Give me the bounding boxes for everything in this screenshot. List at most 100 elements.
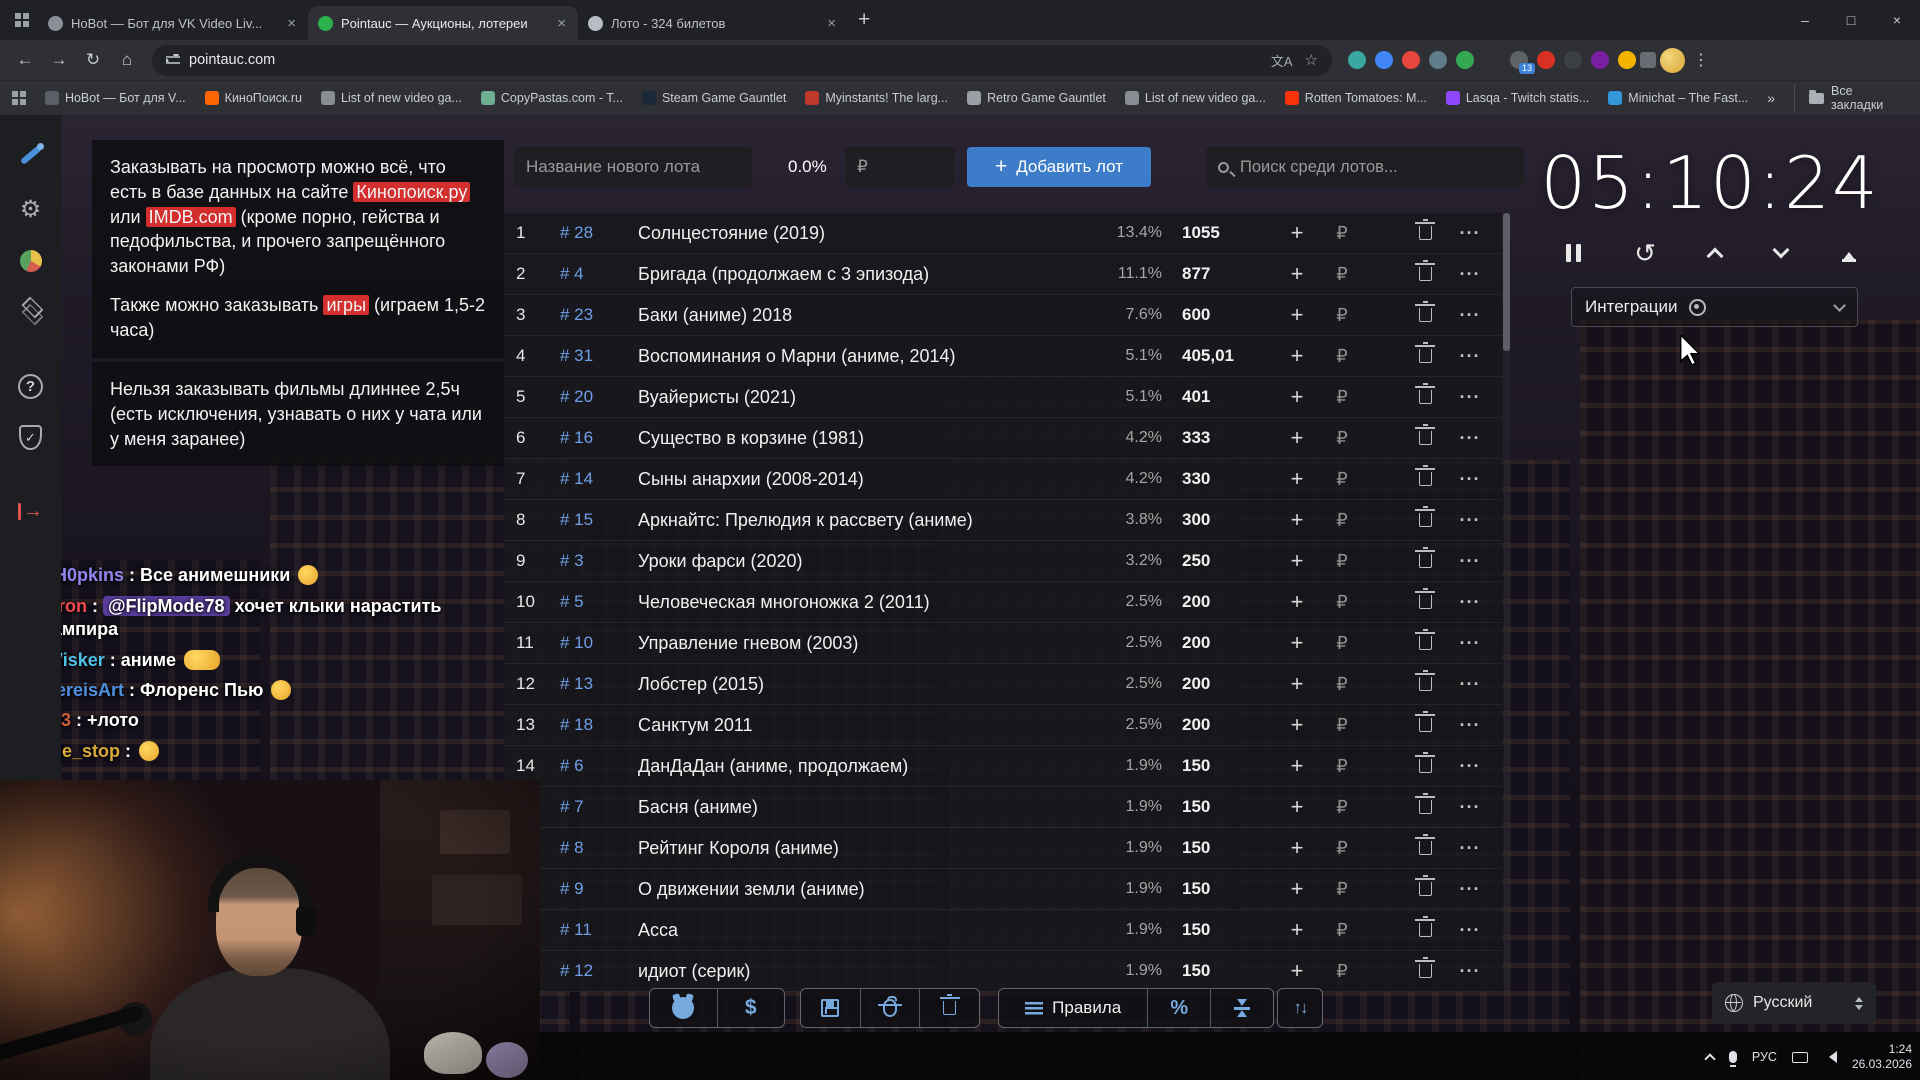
add-amount-button[interactable]: + xyxy=(1274,623,1320,663)
row-menu-button[interactable]: ··· xyxy=(1448,910,1492,950)
extension-icon[interactable] xyxy=(1348,51,1366,69)
lot-id[interactable]: # 20 xyxy=(560,387,638,407)
clear-lots-button[interactable] xyxy=(919,989,979,1027)
lot-id[interactable]: # 15 xyxy=(560,510,638,530)
add-amount-button[interactable]: + xyxy=(1274,787,1320,827)
extension-icon[interactable] xyxy=(1402,51,1420,69)
new-lot-name-input[interactable] xyxy=(514,147,752,187)
currency-button[interactable]: ₽ xyxy=(1320,336,1364,376)
delete-lot-button[interactable] xyxy=(1402,336,1448,376)
delete-lot-button[interactable] xyxy=(1402,377,1448,417)
extension-icon[interactable] xyxy=(1618,51,1636,69)
row-menu-button[interactable]: ··· xyxy=(1448,664,1492,704)
tab-close-icon[interactable]: × xyxy=(285,15,298,32)
lot-title[interactable]: Управление гневом (2003) xyxy=(638,633,1090,654)
add-amount-button[interactable]: + xyxy=(1274,418,1320,458)
delete-lot-button[interactable] xyxy=(1402,418,1448,458)
bug-report-button[interactable] xyxy=(860,989,920,1027)
add-amount-button[interactable]: + xyxy=(1274,951,1320,991)
add-lot-button[interactable]: + Добавить лот xyxy=(967,147,1151,187)
row-menu-button[interactable]: ··· xyxy=(1448,787,1492,827)
lot-title[interactable]: ДанДаДан (аниме, продолжаем) xyxy=(638,756,1090,777)
speaker-icon[interactable] xyxy=(1823,1051,1837,1063)
lot-title[interactable]: Вуайеристы (2021) xyxy=(638,387,1090,408)
bookmark-item[interactable]: CopyPastas.com - T... xyxy=(481,91,623,105)
integrations-select[interactable]: Интеграции xyxy=(1571,287,1858,327)
row-menu-button[interactable]: ··· xyxy=(1448,869,1492,909)
currency-button[interactable]: ₽ xyxy=(1320,418,1364,458)
site-settings-icon[interactable] xyxy=(166,54,180,66)
lot-id[interactable]: # 12 xyxy=(560,961,638,981)
forward-button[interactable]: → xyxy=(44,45,74,75)
add-amount-button[interactable]: + xyxy=(1274,500,1320,540)
row-menu-button[interactable]: ··· xyxy=(1448,582,1492,622)
currency-button[interactable]: ₽ xyxy=(1320,500,1364,540)
currency-button[interactable]: ₽ xyxy=(1320,951,1364,991)
shield-check-icon[interactable]: ✓ xyxy=(19,425,42,450)
apps-grid-icon[interactable] xyxy=(12,91,26,105)
extension-icon[interactable] xyxy=(1591,51,1609,69)
row-menu-button[interactable]: ··· xyxy=(1448,254,1492,294)
add-amount-button[interactable]: + xyxy=(1274,910,1320,950)
delete-lot-button[interactable] xyxy=(1402,705,1448,745)
add-amount-button[interactable]: + xyxy=(1274,336,1320,376)
add-amount-button[interactable]: + xyxy=(1274,746,1320,786)
delete-lot-button[interactable] xyxy=(1402,869,1448,909)
bookmark-item[interactable]: Rotten Tomatoes: M... xyxy=(1285,91,1427,105)
lot-title[interactable]: Лобстер (2015) xyxy=(638,674,1090,695)
donate-button[interactable]: $ xyxy=(717,989,785,1027)
lot-title[interactable]: Уроки фарси (2020) xyxy=(638,551,1090,572)
add-amount-button[interactable]: + xyxy=(1274,828,1320,868)
extension-icon[interactable] xyxy=(1483,51,1501,69)
extension-icon[interactable]: 13 xyxy=(1510,51,1528,69)
lot-title[interactable]: Бригада (продолжаем с 3 эпизода) xyxy=(638,264,1090,285)
translate-icon[interactable]: 文A xyxy=(1271,51,1293,70)
delete-lot-button[interactable] xyxy=(1402,664,1448,704)
bookmark-item[interactable]: List of new video ga... xyxy=(321,91,462,105)
lots-layers-icon[interactable] xyxy=(19,298,43,322)
bookmarks-overflow-icon[interactable]: » xyxy=(1767,90,1775,106)
add-amount-button[interactable]: + xyxy=(1274,541,1320,581)
delete-lot-button[interactable] xyxy=(1402,828,1448,868)
currency-button[interactable]: ₽ xyxy=(1320,377,1364,417)
row-menu-button[interactable]: ··· xyxy=(1448,705,1492,745)
lot-title[interactable]: Воспоминания о Марни (аниме, 2014) xyxy=(638,346,1090,367)
bookmark-item[interactable]: HoBot — Бот для V... xyxy=(45,91,186,105)
delete-lot-button[interactable] xyxy=(1402,951,1448,991)
lot-title[interactable]: Асса xyxy=(638,920,1090,941)
add-amount-button[interactable]: + xyxy=(1274,295,1320,335)
bookmark-item[interactable]: КиноПоиск.ru xyxy=(205,91,302,105)
currency-button[interactable]: ₽ xyxy=(1320,254,1364,294)
browser-menu-icon[interactable]: ⋮ xyxy=(1689,50,1713,70)
currency-button[interactable]: ₽ xyxy=(1320,541,1364,581)
lot-title[interactable]: Рейтинг Короля (аниме) xyxy=(638,838,1090,859)
profile-avatar[interactable] xyxy=(1660,48,1685,73)
row-menu-button[interactable]: ··· xyxy=(1448,500,1492,540)
lot-id[interactable]: # 18 xyxy=(560,715,638,735)
row-menu-button[interactable]: ··· xyxy=(1448,295,1492,335)
save-button[interactable] xyxy=(801,989,860,1027)
reload-button[interactable]: ↻ xyxy=(78,45,108,75)
currency-button[interactable]: ₽ xyxy=(1320,746,1364,786)
add-amount-button[interactable]: + xyxy=(1274,213,1320,253)
new-tab-button[interactable]: + xyxy=(858,8,870,32)
bookmark-item[interactable]: List of new video ga... xyxy=(1125,91,1266,105)
system-clock[interactable]: 1:24 26.03.2026 xyxy=(1852,1042,1912,1072)
lot-id[interactable]: # 7 xyxy=(560,797,638,817)
wheel-chart-icon[interactable] xyxy=(20,250,42,272)
delete-lot-button[interactable] xyxy=(1402,623,1448,663)
lot-id[interactable]: # 10 xyxy=(560,633,638,653)
lot-title[interactable]: Человеческая многоножка 2 (2011) xyxy=(638,592,1090,613)
lot-id[interactable]: # 14 xyxy=(560,469,638,489)
chat-mention[interactable]: @FlipMode78 xyxy=(103,596,230,616)
home-button[interactable]: ⌂ xyxy=(112,45,142,75)
currency-button[interactable]: ₽ xyxy=(1320,828,1364,868)
delete-lot-button[interactable] xyxy=(1402,500,1448,540)
lot-id[interactable]: # 23 xyxy=(560,305,638,325)
bookmark-item[interactable]: Lasqa - Twitch statis... xyxy=(1446,91,1589,105)
help-icon[interactable]: ? xyxy=(18,374,43,399)
currency-button[interactable]: ₽ xyxy=(1320,213,1364,253)
percent-mode-button[interactable]: % xyxy=(1147,989,1210,1027)
scrollbar-thumb[interactable] xyxy=(1503,213,1510,351)
settings-gear-icon[interactable]: ⚙ xyxy=(20,195,42,224)
